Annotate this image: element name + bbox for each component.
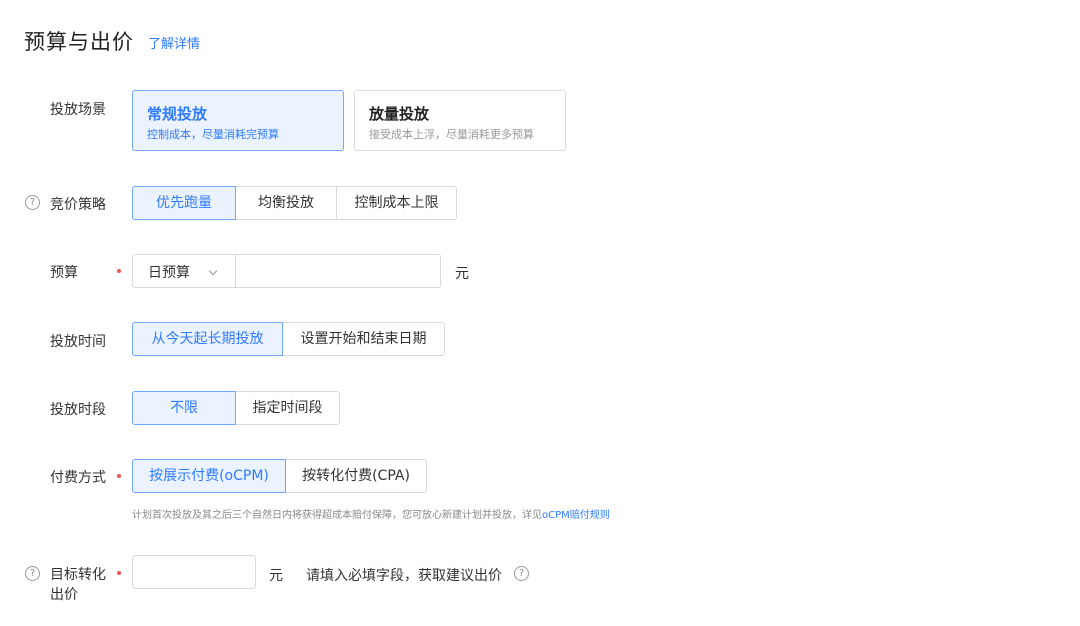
budget-label: 预算	[50, 265, 78, 281]
help-icon[interactable]: ?	[514, 566, 529, 581]
period-segmented-control: 不限 指定时间段	[132, 391, 340, 425]
strategy-option-balanced[interactable]: 均衡投放	[235, 186, 337, 220]
budget-type-value: 日预算	[148, 265, 190, 281]
scene-option-desc: 控制成本，尽量消耗完预算	[147, 128, 279, 141]
payment-note: 计划首次投放及其之后三个自然日内将获得超成本赔付保障，您可放心新建计划并投放，详…	[132, 506, 610, 521]
scene-option-boost[interactable]: 放量投放 接受成本上浮，尽量消耗更多预算	[354, 90, 566, 151]
period-option-unlimited[interactable]: 不限	[132, 391, 236, 425]
bid-amount-input[interactable]	[132, 555, 256, 589]
payment-segmented-control: 按展示付费(oCPM) 按转化付费(CPA)	[132, 459, 427, 493]
schedule-segmented-control: 从今天起长期投放 设置开始和结束日期	[132, 322, 445, 356]
schedule-option-date-range[interactable]: 设置开始和结束日期	[282, 322, 445, 356]
payment-label: 付费方式	[50, 470, 106, 486]
period-option-custom[interactable]: 指定时间段	[235, 391, 340, 425]
strategy-option-volume[interactable]: 优先跑量	[132, 186, 236, 220]
strategy-option-cost-cap[interactable]: 控制成本上限	[336, 186, 457, 220]
period-label: 投放时段	[50, 402, 106, 418]
required-marker	[117, 269, 121, 273]
scene-option-desc: 接受成本上浮，尽量消耗更多预算	[369, 128, 534, 141]
payment-note-text: 计划首次投放及其之后三个自然日内将获得超成本赔付保障，您可放心新建计划并投放，详…	[132, 510, 542, 521]
scene-option-title: 常规投放	[147, 105, 208, 123]
schedule-option-long-term[interactable]: 从今天起长期投放	[132, 322, 283, 356]
required-marker	[117, 474, 121, 478]
learn-more-link[interactable]: 了解详情	[148, 33, 200, 52]
strategy-segmented-control: 优先跑量 均衡投放 控制成本上限	[132, 186, 457, 220]
bid-label-line2: 出价	[50, 587, 78, 603]
bid-hint-text: 请填入必填字段，获取建议出价	[306, 568, 502, 584]
strategy-label: 竞价策略	[50, 197, 106, 213]
scene-label: 投放场景	[50, 102, 106, 118]
chevron-down-icon	[208, 266, 218, 276]
bid-hint: 请填入必填字段，获取建议出价	[306, 565, 502, 585]
scene-option-regular[interactable]: 常规投放 控制成本，尽量消耗完预算	[132, 90, 344, 151]
schedule-label: 投放时间	[50, 334, 106, 350]
payment-option-ocpm[interactable]: 按展示付费(oCPM)	[132, 459, 286, 493]
budget-field: 日预算	[132, 254, 441, 288]
bid-label-line1: 目标转化	[50, 567, 106, 583]
budget-amount-input[interactable]	[236, 255, 440, 287]
budget-type-select[interactable]: 日预算	[133, 255, 236, 287]
help-icon[interactable]: ?	[25, 566, 40, 581]
ocpm-rules-link[interactable]: oCPM赔付规则	[542, 510, 610, 521]
bid-unit: 元	[269, 568, 283, 584]
help-icon[interactable]: ?	[25, 195, 40, 210]
section-title: 预算与出价	[24, 30, 134, 54]
scene-option-title: 放量投放	[369, 105, 430, 123]
required-marker	[117, 571, 121, 575]
payment-option-cpa[interactable]: 按转化付费(CPA)	[285, 459, 427, 493]
budget-unit: 元	[455, 266, 469, 282]
